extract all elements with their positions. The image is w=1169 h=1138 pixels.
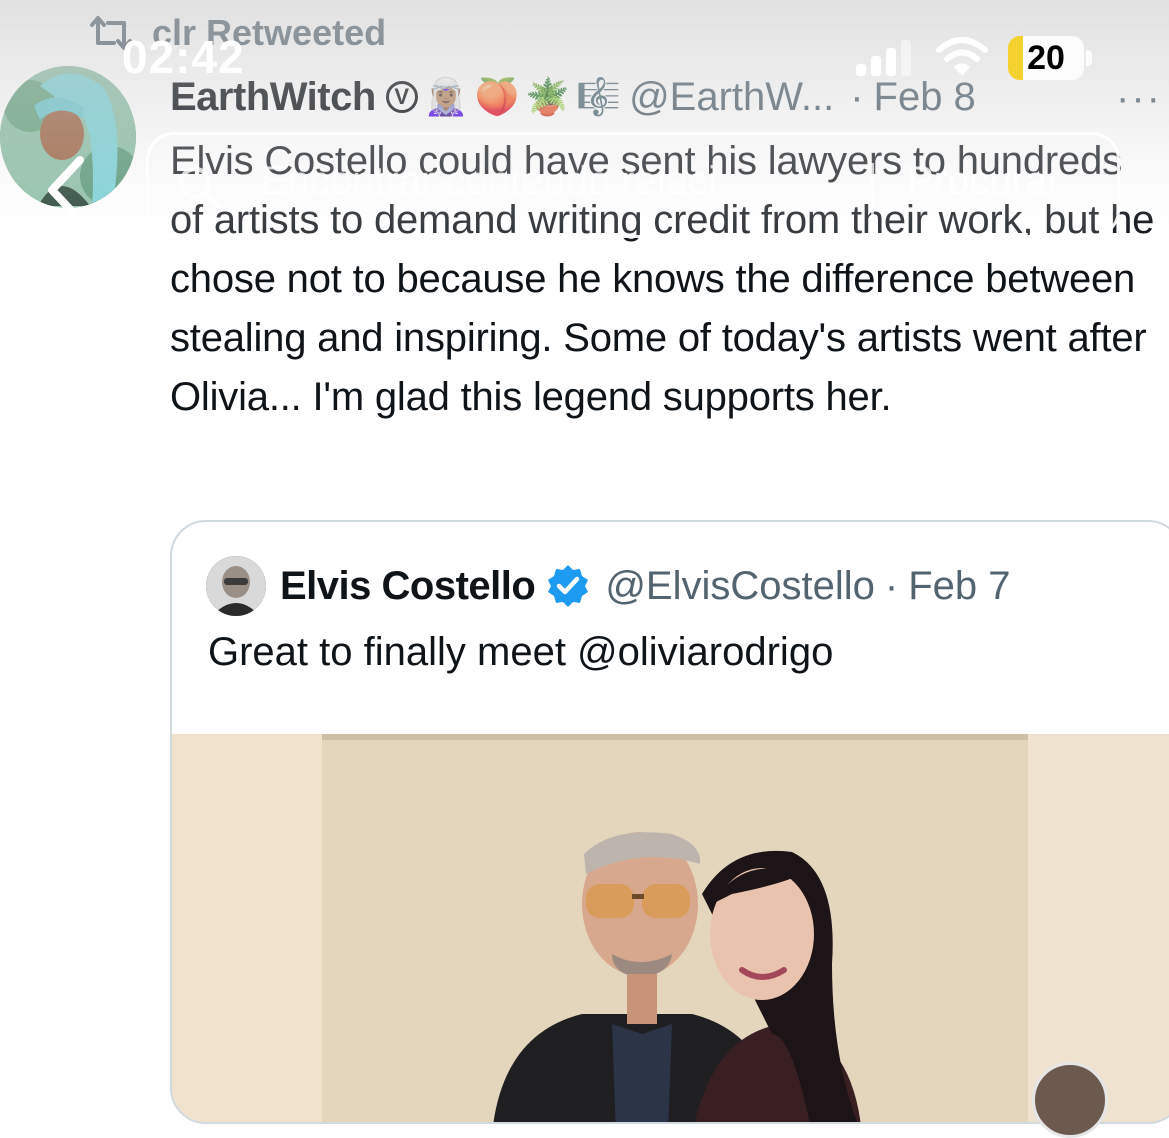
quoted-tweet-photo[interactable] [172,734,1169,1122]
battery-level: 20 [1027,39,1065,77]
photo-illustration [172,734,1169,1122]
search-icon [178,166,222,210]
author-handle[interactable]: @EarthW... [629,75,834,120]
battery-indicator: 20 [1008,36,1084,80]
header-separator: · [850,74,864,119]
emoji-music-score-icon: 🎼 [576,76,622,117]
back-chevron-icon[interactable] [40,150,96,230]
search-input[interactable]: Encontrar conteúdo relaci... [261,159,861,204]
quoted-handle[interactable]: @ElvisCostello [605,564,875,609]
battery-tip [1086,50,1092,66]
search-divider [871,163,874,215]
quoted-display-name[interactable]: Elvis Costello [280,564,536,609]
quoted-tweet[interactable]: Elvis Costello @ElvisCostello · Feb 7 Gr… [170,520,1169,1124]
wifi-icon [936,37,988,76]
v-badge-icon: V [385,81,418,113]
quoted-avatar-illustration [206,556,266,616]
status-bar-time: 02:42 [122,31,245,83]
related-content-search-bar[interactable]: Encontrar conteúdo relaci... Procurar [146,132,1120,238]
quoted-separator: · [884,563,899,608]
quoted-tweet-header: Elvis Costello @ElvisCostello · Feb 7 [206,556,1011,616]
search-button[interactable]: Procurar [907,159,1060,204]
floating-profile-avatar[interactable] [1032,1062,1108,1138]
quoted-tweet-body: Great to finally meet @oliviarodrigo [208,630,834,674]
quoted-date[interactable]: Feb 7 [908,564,1010,609]
cellular-signal-icon [856,40,911,76]
emoji-person-icon: 🧝🏽‍♀️ [423,76,469,117]
tweet-date[interactable]: Feb 8 [874,75,976,120]
quoted-author-avatar[interactable] [206,556,266,616]
emoji-peach-icon: 🍑 [474,76,520,117]
verified-badge-icon [548,565,589,607]
emoji-plant-icon: 🪴 [525,76,571,117]
more-options-icon[interactable]: ··· [1116,76,1162,121]
